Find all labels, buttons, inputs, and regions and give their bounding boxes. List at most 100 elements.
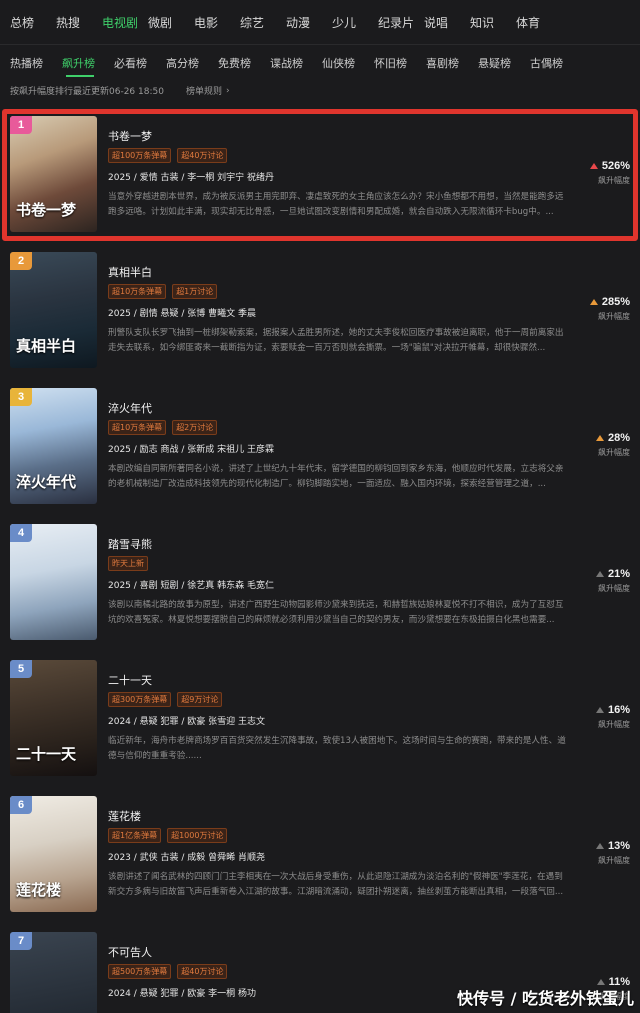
badge-row: 超1亿条弹幕 超1000万讨论 <box>108 828 228 843</box>
tab-6[interactable]: 动漫 <box>286 14 332 31</box>
nav-divider <box>0 44 640 45</box>
poster-image[interactable]: 5 二十一天 <box>10 660 97 776</box>
up-arrow-icon <box>595 843 604 849</box>
show-info: 2023 / 武侠 古装 / 成毅 曾舜晞 肖顺尧 <box>108 853 265 863</box>
poster-title: 二十一天 <box>16 745 77 763</box>
subtab-9[interactable]: 悬疑榜 <box>478 55 530 71</box>
poster-title: 书卷一梦 <box>16 201 77 219</box>
poster-image[interactable]: 6 莲花楼 <box>10 796 97 912</box>
rank-badge: 5 <box>10 660 32 678</box>
rise-percent: 526% <box>589 160 630 172</box>
tab-1[interactable]: 热搜 <box>56 14 102 31</box>
tab-0[interactable]: 总榜 <box>10 14 56 31</box>
show-title[interactable]: 二十一天 <box>108 672 152 688</box>
tab-10[interactable]: 知识 <box>470 14 516 31</box>
subtab-6[interactable]: 仙侠榜 <box>322 55 374 71</box>
show-info: 2024 / 悬疑 犯罪 / 欧豪 李一桐 杨功 <box>108 989 256 999</box>
show-description: 本剧改编自同新所著同名小说，讲述了上世纪九十年代末，留学德国的柳钧回到家乡东海，… <box>108 464 564 489</box>
stat-badge: 超100万条弹幕 <box>108 148 172 163</box>
show-description: 刑警队支队长罗飞抽到一桩绑架勒索案，据报案人孟胜男所述，她的丈夫李俊松回医疗事故… <box>108 328 564 353</box>
rank-badge: 6 <box>10 796 32 814</box>
show-info: 2024 / 悬疑 犯罪 / 欧豪 张雪迎 王志文 <box>108 717 265 727</box>
poster-title: 淬火年代 <box>16 473 77 491</box>
list-item[interactable]: 3 淬火年代 淬火年代 超10万条弹幕 超2万讨论 2025 / 励志 商战 / 张新成 … <box>0 380 640 516</box>
badge-row: 昨天上新 <box>108 556 148 571</box>
stat-badge: 超300万条弹幕 <box>108 692 172 707</box>
rise-label: 飙升幅度 <box>598 448 630 457</box>
stat-badge: 昨天上新 <box>108 556 148 571</box>
badge-row: 超100万条弹幕 超40万讨论 <box>108 148 228 163</box>
active-subtab-underline <box>66 75 94 77</box>
list-item[interactable]: 6 莲花楼 莲花楼超1亿条弹幕 超1000万讨论 2023 / 武侠 古装 / 成毅 曾… <box>0 788 640 924</box>
tab-11[interactable]: 体育 <box>516 14 562 31</box>
up-arrow-icon <box>589 163 598 169</box>
rise-label: 飙升幅度 <box>598 720 630 729</box>
tab-2[interactable]: 电视剧 <box>102 14 148 31</box>
rise-label: 飙升幅度 <box>598 312 630 321</box>
show-title[interactable]: 莲花楼 <box>108 808 141 824</box>
rise-value: 21% <box>607 568 630 580</box>
poster-image[interactable]: 1 书卷一梦 <box>10 116 97 232</box>
tab-3[interactable]: 微剧 <box>148 14 194 31</box>
stat-badge: 超1万讨论 <box>172 284 218 299</box>
show-info: 2025 / 励志 商战 / 张新成 宋祖儿 王彦霖 <box>108 445 274 455</box>
rise-value: 13% <box>607 840 630 852</box>
subtab-8[interactable]: 喜剧榜 <box>426 55 478 71</box>
rise-value: 285% <box>601 296 630 308</box>
stat-badge: 超2万讨论 <box>172 420 218 435</box>
rise-stat: 526% 飙升幅度 <box>589 160 630 186</box>
badge-row: 超10万条弹幕 超1万讨论 <box>108 284 218 299</box>
subtab-4[interactable]: 免费榜 <box>218 55 270 71</box>
show-title[interactable]: 真相半白 <box>108 264 152 280</box>
rise-value: 526% <box>601 160 630 172</box>
show-description: 该剧讲述了闻名武林的四顾门门主李相夷在一次大战后身受重伤，从此退隐江湖成为淡泊名… <box>108 872 564 897</box>
poster-image[interactable]: 2 真相半白 <box>10 252 97 368</box>
poster-image[interactable]: 3 淬火年代 <box>10 388 97 504</box>
poster-image[interactable]: 4 <box>10 524 97 640</box>
ranking-rules-link[interactable]: 榜单规则 › <box>185 84 230 98</box>
poster-image[interactable]: 7 <box>10 932 97 1013</box>
tab-7[interactable]: 少儿 <box>332 14 378 31</box>
rise-value: 16% <box>607 704 630 716</box>
tab-5[interactable]: 综艺 <box>240 14 286 31</box>
stat-badge: 超9万讨论 <box>177 692 223 707</box>
subtab-0[interactable]: 热播榜 <box>10 55 62 71</box>
rank-badge: 4 <box>10 524 32 542</box>
show-title[interactable]: 不可告人 <box>108 944 152 960</box>
ranking-subtabs: 热播榜 飙升榜 必看榜 高分榜 免费榜 谍战榜 仙侠榜 怀旧榜 喜剧榜 悬疑榜 古偶榜 <box>0 48 640 78</box>
stat-badge: 超40万讨论 <box>177 148 228 163</box>
show-title[interactable]: 踏雪寻熊 <box>108 536 152 552</box>
up-arrow-icon <box>595 571 604 577</box>
rise-percent: 16% <box>595 704 630 716</box>
update-time-text: 按飙升幅度排行最近更新06-26 18:50 <box>10 87 164 97</box>
list-item[interactable]: 4 踏雪寻熊昨天上新 2025 / 喜剧 短剧 / 徐艺真 韩东森 毛宽仁该剧以南橘… <box>0 516 640 652</box>
subtab-5[interactable]: 谍战榜 <box>270 55 322 71</box>
ranking-rules-label: 榜单规则 <box>185 87 222 97</box>
subtab-10[interactable]: 古偶榜 <box>530 55 582 71</box>
rank-badge: 7 <box>10 932 32 950</box>
subtab-1[interactable]: 飙升榜 <box>62 55 114 71</box>
subtab-3[interactable]: 高分榜 <box>166 55 218 71</box>
show-description: 该剧以南橘北路的故事为原型，讲述广西野生动物园影师沙黛来到抚远，和赫哲族姑娘林夏… <box>108 600 564 625</box>
badge-row: 超500万条弹幕 超40万讨论 <box>108 964 228 979</box>
rise-value: 28% <box>607 432 630 444</box>
show-title[interactable]: 书卷一梦 <box>108 128 152 144</box>
list-item[interactable]: 1 书卷一梦 书卷一梦 超100万条弹幕 超40万讨论 2025 / 爱情 古装 / 李一… <box>0 108 640 244</box>
list-item[interactable]: 2 真相半白 真相半白 超10万条弹幕 超1万讨论 2025 / 剧情 悬疑 / 张博 曹… <box>0 244 640 380</box>
tab-4[interactable]: 电影 <box>194 14 240 31</box>
rank-badge: 2 <box>10 252 32 270</box>
show-info: 2025 / 爱情 古装 / 李一桐 刘宇宁 祝绪丹 <box>108 173 274 183</box>
watermark: 快传号 / 吃货老外铁蛋儿 <box>457 989 634 1008</box>
stat-badge: 超10万条弹幕 <box>108 284 167 299</box>
rise-stat: 28% 飙升幅度 <box>595 432 630 458</box>
subtab-2[interactable]: 必看榜 <box>114 55 166 71</box>
tab-9[interactable]: 说唱 <box>424 14 470 31</box>
poster-title: 真相半白 <box>16 337 77 355</box>
tab-8[interactable]: 纪录片 <box>378 14 424 31</box>
show-info: 2025 / 喜剧 短剧 / 徐艺真 韩东森 毛宽仁 <box>108 581 274 591</box>
badge-row: 超300万条弹幕 超9万讨论 <box>108 692 223 707</box>
subtab-7[interactable]: 怀旧榜 <box>374 55 426 71</box>
show-title[interactable]: 淬火年代 <box>108 400 152 416</box>
rise-label: 飙升幅度 <box>598 176 630 185</box>
list-item[interactable]: 5 二十一天 二十一天 超300万条弹幕 超9万讨论 2024 / 悬疑 犯罪 / 欧豪 … <box>0 652 640 788</box>
